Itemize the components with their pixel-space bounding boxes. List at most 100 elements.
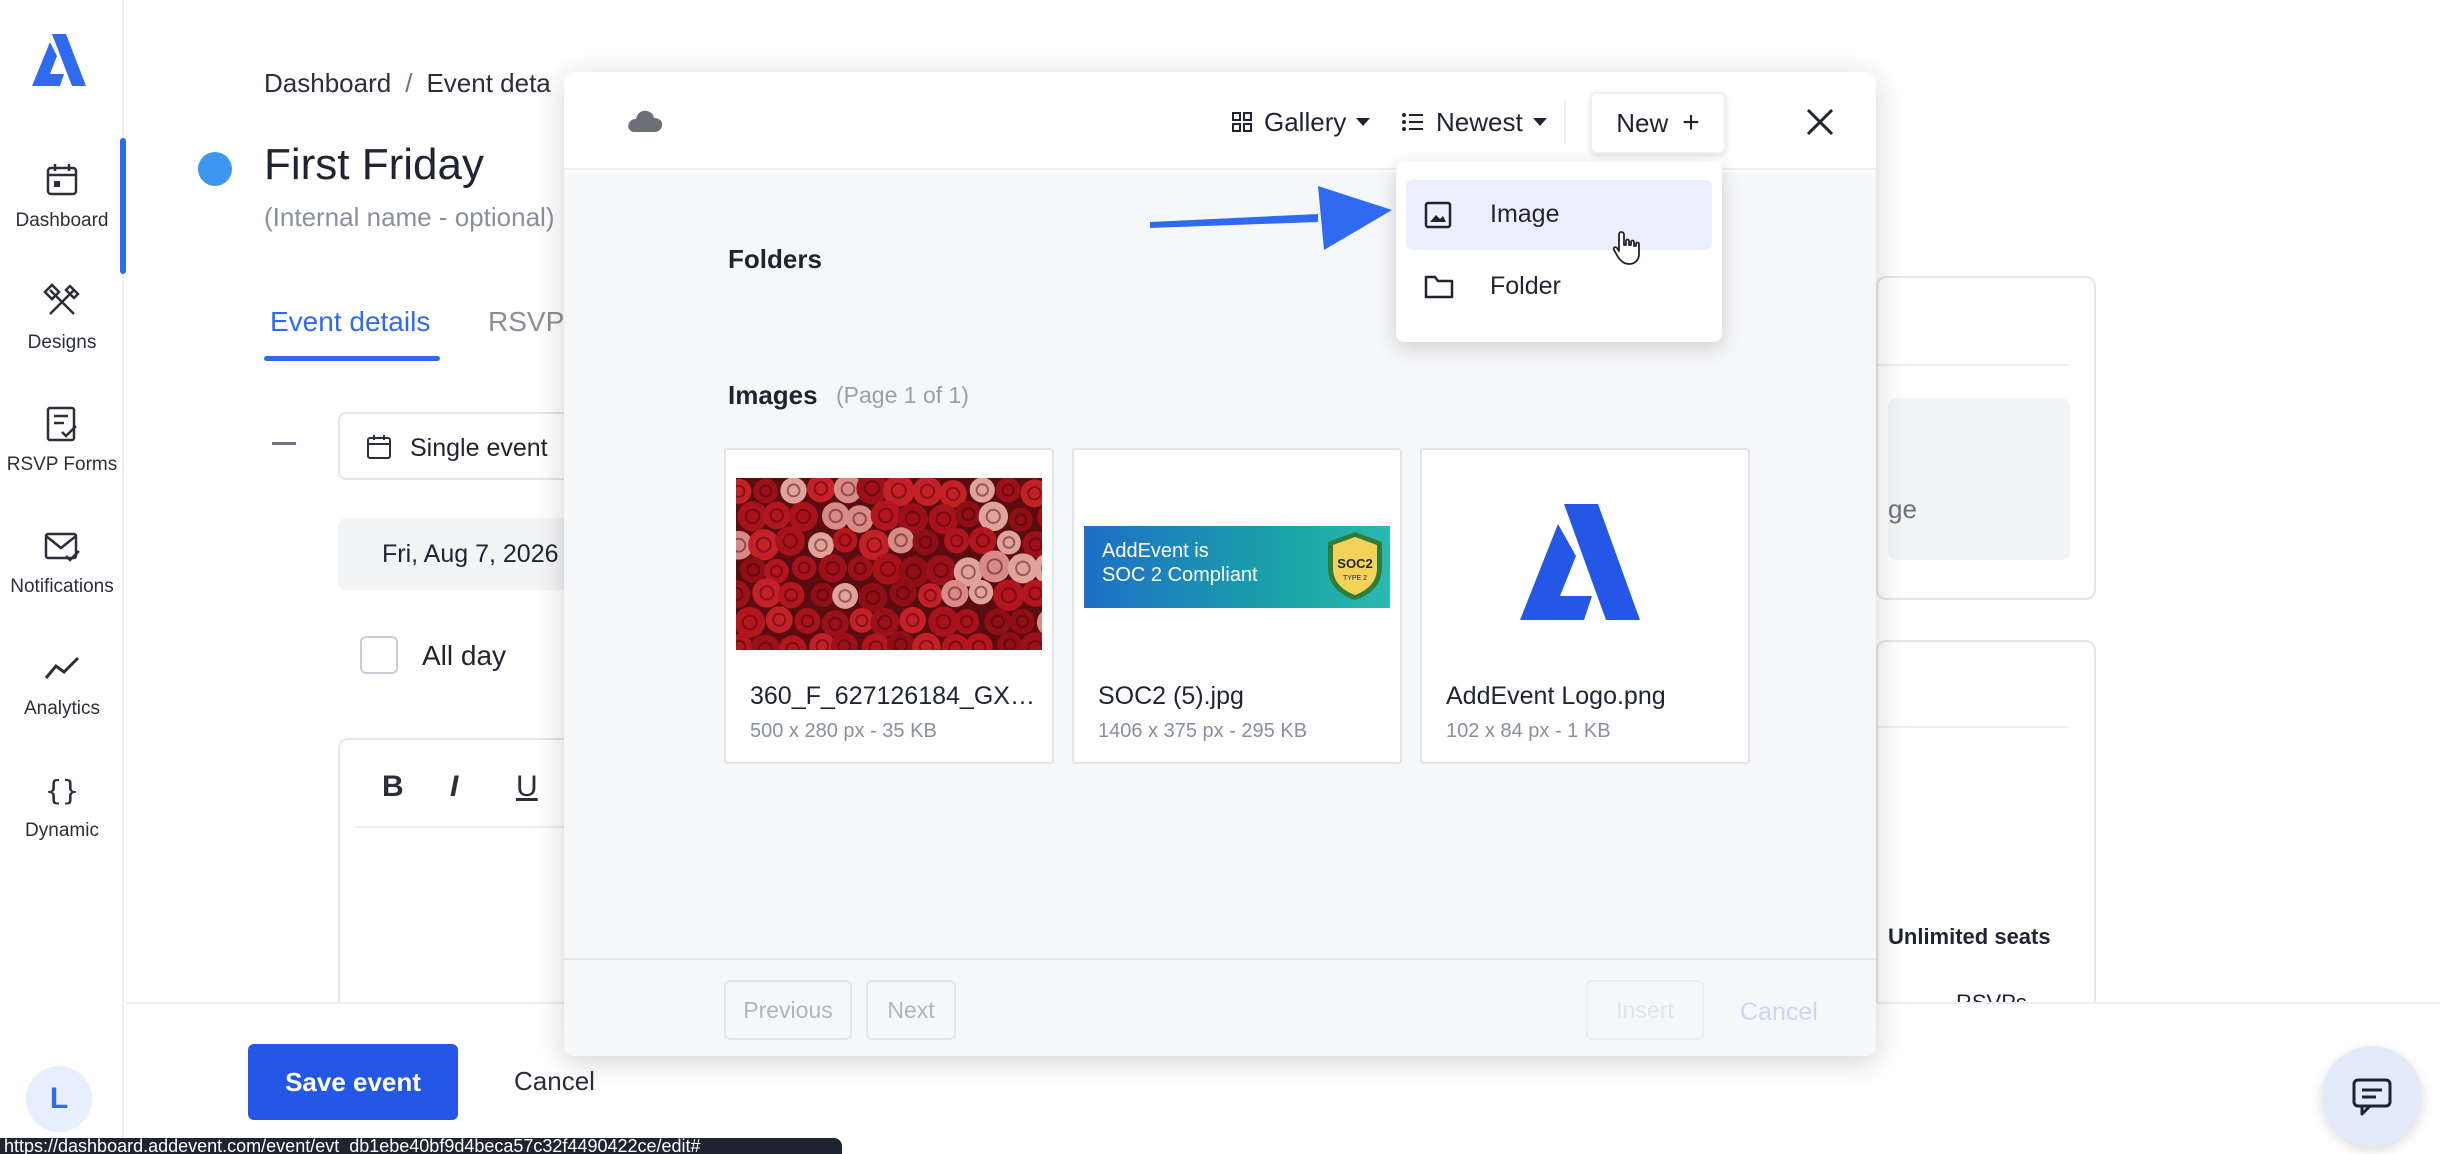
italic-button[interactable]: I — [450, 770, 458, 804]
cancel-button[interactable]: Cancel — [514, 1066, 595, 1097]
rose — [832, 527, 858, 553]
all-day-checkbox[interactable] — [360, 636, 398, 674]
new-button-label: New — [1616, 108, 1669, 138]
sidebar-item-rsvp-forms[interactable]: RSVP Forms — [0, 404, 124, 514]
rose — [792, 555, 817, 580]
plus-icon: + — [1682, 106, 1700, 139]
modal-footer: Previous Next Insert Cancel — [564, 958, 1876, 1056]
view-mode-dropdown[interactable]: Gallery — [1232, 100, 1371, 144]
rose — [968, 579, 994, 605]
save-event-button[interactable]: Save event — [248, 1044, 458, 1120]
internal-name-field[interactable]: (Internal name - optional) — [264, 202, 554, 233]
sidebar-item-label: Notifications — [10, 576, 114, 597]
sidebar-item-analytics[interactable]: Analytics — [0, 648, 124, 758]
rose — [765, 606, 793, 634]
rose — [777, 581, 805, 609]
breadcrumb-dashboard[interactable]: Dashboard — [264, 68, 391, 98]
tab-event-details[interactable]: Event details — [270, 306, 430, 338]
image-card[interactable]: AddEvent Logo.png 102 x 84 px - 1 KB — [1420, 448, 1750, 764]
rose — [763, 501, 791, 530]
rose — [984, 608, 1012, 635]
avatar[interactable]: L — [26, 1066, 92, 1132]
chevron-down-icon — [1356, 118, 1371, 126]
menu-item-image[interactable]: Image — [1406, 180, 1712, 250]
new-button[interactable]: New + — [1590, 92, 1726, 154]
rose — [969, 478, 995, 503]
rose — [1007, 553, 1038, 584]
sidebar-item-dashboard[interactable]: Dashboard — [0, 138, 126, 274]
breadcrumb: Dashboard / Event deta — [264, 68, 551, 99]
sidebar-item-notifications[interactable]: Notifications — [0, 526, 124, 636]
rose — [832, 583, 859, 609]
sidebar-item-designs[interactable]: Designs — [0, 282, 124, 392]
image-card[interactable]: AddEvent is SOC 2 Compliant SOC2 TYPE 2 … — [1072, 448, 1402, 764]
design-tools-icon — [43, 283, 80, 315]
start-date-field[interactable]: Fri, Aug 7, 2026 — [338, 518, 598, 590]
sidebar-item-dynamic[interactable]: {} Dynamic — [0, 770, 124, 880]
divider — [1878, 726, 2068, 728]
side-card: ge — [1876, 276, 2096, 600]
rose — [780, 478, 807, 504]
soc2-banner: AddEvent is SOC 2 Compliant SOC2 TYPE 2 — [1084, 526, 1390, 608]
rose — [847, 556, 873, 582]
status-dot[interactable] — [198, 152, 232, 186]
header-divider — [1564, 100, 1566, 144]
image-filename: AddEvent Logo.png — [1446, 682, 1666, 710]
modal-header: Gallery Newest New + — [564, 72, 1876, 170]
rose — [993, 579, 1025, 611]
view-mode-label: Gallery — [1264, 106, 1347, 137]
images-heading: Images — [728, 380, 818, 410]
page-title[interactable]: First Friday — [264, 140, 484, 190]
rose — [995, 478, 1021, 503]
collapse-icon[interactable] — [272, 442, 296, 445]
modal-cancel-button[interactable]: Cancel — [1740, 998, 1818, 1027]
grid-icon — [1232, 112, 1252, 132]
svg-text:TYPE 2: TYPE 2 — [1343, 575, 1367, 582]
image-meta: 500 x 280 px - 35 KB — [750, 720, 937, 742]
tab-rsvp[interactable]: RSVP — [488, 306, 564, 338]
close-icon[interactable] — [1802, 104, 1838, 140]
divider — [1878, 364, 2068, 366]
rose — [978, 501, 1009, 532]
addevent-logo[interactable] — [30, 32, 88, 88]
folders-heading: Folders — [728, 244, 822, 274]
rose — [912, 529, 939, 556]
image-upload-area[interactable]: ge — [1888, 398, 2070, 560]
image-meta: 102 x 84 px - 1 KB — [1446, 720, 1611, 742]
breadcrumb-separator: / — [405, 68, 413, 98]
image-meta: 1406 x 375 px - 295 KB — [1098, 720, 1308, 742]
page-indicator: (Page 1 of 1) — [836, 382, 969, 408]
rose — [845, 505, 874, 533]
rose — [1008, 507, 1033, 532]
calendar-icon — [46, 164, 78, 196]
image-thumbnail — [736, 478, 1042, 650]
banner-text: SOC 2 Compliant — [1102, 564, 1258, 586]
sort-label: Newest — [1436, 106, 1523, 137]
all-day-label: All day — [422, 640, 507, 671]
sort-dropdown[interactable]: Newest — [1402, 100, 1547, 144]
active-tab-indicator — [264, 356, 440, 361]
underline-button[interactable]: U — [516, 770, 538, 804]
folder-icon — [1424, 275, 1454, 299]
roses-thumbnail — [736, 478, 1042, 650]
image-icon — [1424, 201, 1452, 229]
menu-item-folder[interactable]: Folder — [1406, 252, 1712, 322]
rose — [996, 530, 1021, 555]
next-button[interactable]: Next — [866, 980, 956, 1040]
image-thumbnail: AddEvent is SOC 2 Compliant SOC2 TYPE 2 — [1084, 478, 1390, 650]
event-type-select[interactable]: Single event — [338, 412, 598, 480]
cloud-icon[interactable] — [626, 108, 664, 134]
svg-text:{}: {} — [45, 774, 79, 807]
svg-text:SOC2: SOC2 — [1337, 556, 1372, 571]
rose — [858, 583, 888, 612]
rose — [808, 532, 834, 559]
image-card[interactable]: 360_F_627126184_GX8... 500 x 280 px - 35… — [724, 448, 1054, 764]
rose — [849, 608, 875, 633]
rose — [748, 529, 780, 561]
chat-button[interactable] — [2322, 1046, 2422, 1146]
bold-button[interactable]: B — [382, 770, 404, 804]
calendar-icon — [367, 435, 391, 459]
insert-button[interactable]: Insert — [1586, 980, 1704, 1040]
previous-button[interactable]: Previous — [724, 980, 852, 1040]
sidebar-item-label: Dynamic — [25, 820, 99, 841]
